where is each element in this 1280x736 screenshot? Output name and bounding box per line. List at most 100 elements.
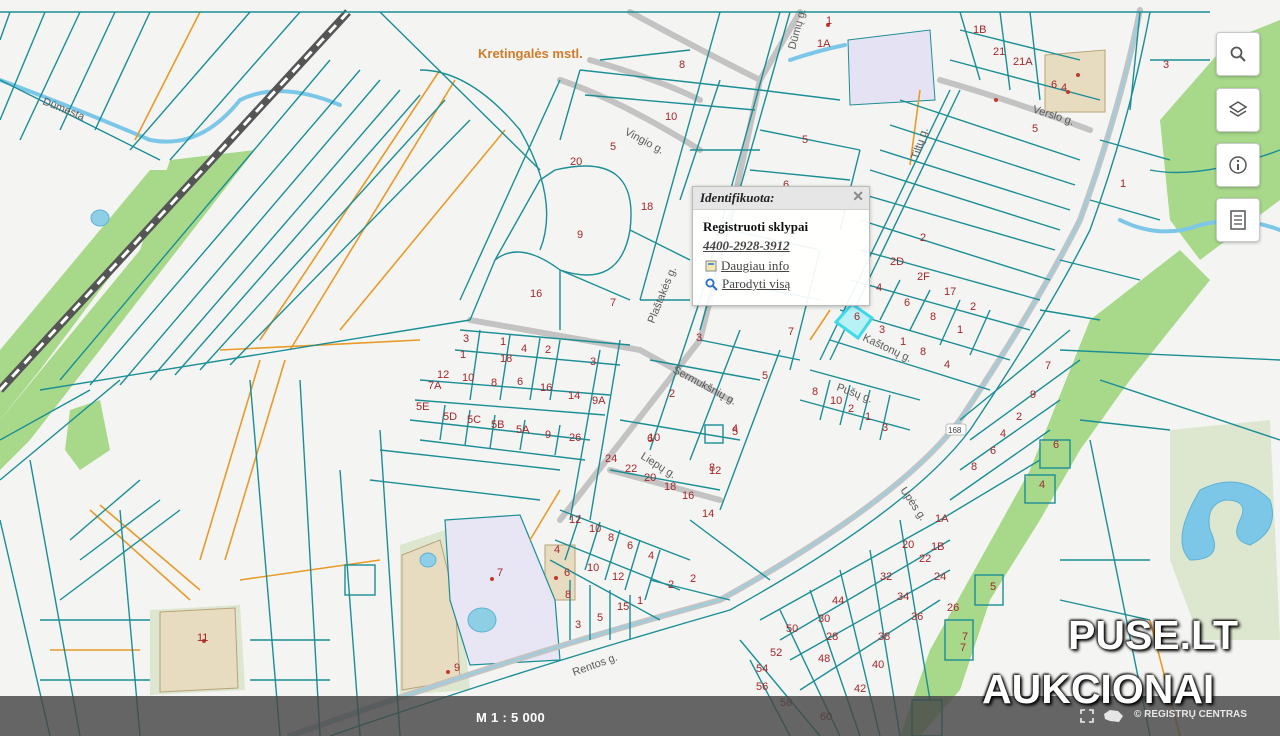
show-all-link[interactable]: Parodyti visą: [705, 276, 869, 292]
parcel-number: 5: [1032, 123, 1038, 135]
parcel-number: 22: [625, 463, 637, 475]
parcel-number: 5B: [491, 419, 504, 431]
place-label: Kretingalės mstl.: [478, 46, 583, 61]
parcel-number: 8: [709, 462, 715, 474]
parcel-number: 8: [679, 59, 685, 71]
parcel-number: 2: [690, 573, 696, 585]
parcel-number: 8: [565, 589, 571, 601]
parcel-number: 6: [627, 540, 633, 552]
watermark-line-1: PUSE.LT: [1068, 612, 1239, 658]
parcel-number: 18: [500, 353, 512, 365]
parcel-number: 10: [587, 562, 599, 574]
parcel-number: 30: [818, 613, 830, 625]
parcel-number: 16: [682, 490, 694, 502]
parcel-number: 5: [990, 581, 996, 593]
parcel-number: 40: [872, 659, 884, 671]
parcel-number: 6: [647, 433, 653, 445]
parcel-number: 3: [463, 333, 469, 345]
parcel-number: 5: [597, 612, 603, 624]
parcel-number: 42: [854, 683, 866, 695]
parcel-number: 8: [920, 346, 926, 358]
parcel-number: 8: [608, 532, 614, 544]
parcel-number: 3: [879, 324, 885, 336]
parcel-number: 2: [1016, 411, 1022, 423]
parcel-number: 1: [900, 336, 906, 348]
parcel-number: 6: [564, 567, 570, 579]
more-info-link[interactable]: Daugiau info: [705, 258, 869, 274]
parcel-number: 4: [1061, 82, 1067, 94]
parcel-number: 50: [786, 623, 798, 635]
parcel-number: 9: [577, 229, 583, 241]
document-icon: [1230, 210, 1246, 230]
parcel-number: 22: [919, 553, 931, 565]
parcel-number: 15: [617, 601, 629, 613]
parcel-number: 4: [521, 343, 527, 355]
parcel-number: 2: [848, 403, 854, 415]
parcel-number: 56: [756, 681, 768, 693]
identify-popup: Identifikuota: ✕ Registruoti sklypai 440…: [692, 186, 870, 306]
parcel-number: 38: [878, 631, 890, 643]
parcel-number: 14: [568, 390, 580, 402]
parcel-number: 1A: [935, 513, 949, 525]
parcel-number: 1: [500, 336, 506, 348]
parcel-number: 26: [569, 432, 581, 444]
parcel-number: 9A: [592, 395, 606, 407]
search-button[interactable]: [1216, 32, 1260, 76]
parcel-number: 2D: [890, 256, 904, 268]
parcel-number: 21A: [1013, 56, 1033, 68]
parcel-number: 21: [993, 46, 1005, 58]
close-icon[interactable]: ✕: [852, 187, 864, 209]
parcel-number: 6: [1051, 79, 1057, 91]
parcel-number: 1A: [817, 38, 831, 50]
parcel-number: 1: [637, 595, 643, 607]
layers-button[interactable]: [1216, 88, 1260, 132]
parcel-id-link[interactable]: 4400-2928-3912: [703, 238, 869, 254]
parcel-number: 7: [497, 567, 503, 579]
parcel-number: 3: [696, 332, 702, 344]
parcel-number: 6: [1053, 439, 1059, 451]
parcel-number: 3: [590, 356, 596, 368]
parcel-number: 16: [530, 288, 542, 300]
parcel-number: 48: [818, 653, 830, 665]
parcel-number: 5: [610, 141, 616, 153]
parcel-number: 12: [612, 571, 624, 583]
parcel-number: 9: [454, 662, 460, 674]
parcel-number: 7: [1045, 360, 1051, 372]
parcel-number: 2: [545, 344, 551, 356]
parcel-number: 18: [641, 201, 653, 213]
info-icon: [1229, 156, 1247, 174]
parcel-number: 12: [569, 514, 581, 526]
parcel-number: 10: [830, 395, 842, 407]
parcel-number: 32: [880, 571, 892, 583]
parcel-number: 2: [669, 388, 675, 400]
parcel-number: 8: [971, 461, 977, 473]
parcel-number: 28: [826, 631, 838, 643]
parcel-number: 20: [644, 472, 656, 484]
info-page-icon: [705, 260, 717, 272]
parcel-number: 3: [575, 619, 581, 631]
document-button[interactable]: [1216, 198, 1260, 242]
parcel-number: 10: [665, 111, 677, 123]
parcel-number: 5: [802, 134, 808, 146]
parcel-number: 7: [788, 326, 794, 338]
zoom-icon: [705, 278, 718, 291]
parcel-number: 11: [197, 632, 208, 644]
show-all-label: Parodyti visą: [722, 276, 791, 291]
parcel-number: 17: [944, 286, 956, 298]
popup-title: Registruoti sklypai: [703, 219, 809, 234]
parcel-number: 16: [540, 382, 552, 394]
parcel-number: 6: [904, 297, 910, 309]
info-button[interactable]: [1216, 143, 1260, 187]
parcel-number: 6: [854, 311, 860, 323]
parcel-number: 1B: [931, 541, 944, 553]
parcel-number: 44: [832, 595, 844, 607]
popup-header: Identifikuota: ✕: [693, 187, 869, 210]
parcel-number: 4: [1000, 428, 1006, 440]
popup-header-label: Identifikuota:: [700, 190, 775, 205]
parcel-number: 20: [902, 539, 914, 551]
parcel-number: 3: [882, 422, 888, 434]
parcel-number: 4: [554, 544, 560, 556]
parcel-number: 1: [957, 324, 963, 336]
parcel-number: 8: [812, 386, 818, 398]
parcel-number: 4: [1039, 479, 1045, 491]
